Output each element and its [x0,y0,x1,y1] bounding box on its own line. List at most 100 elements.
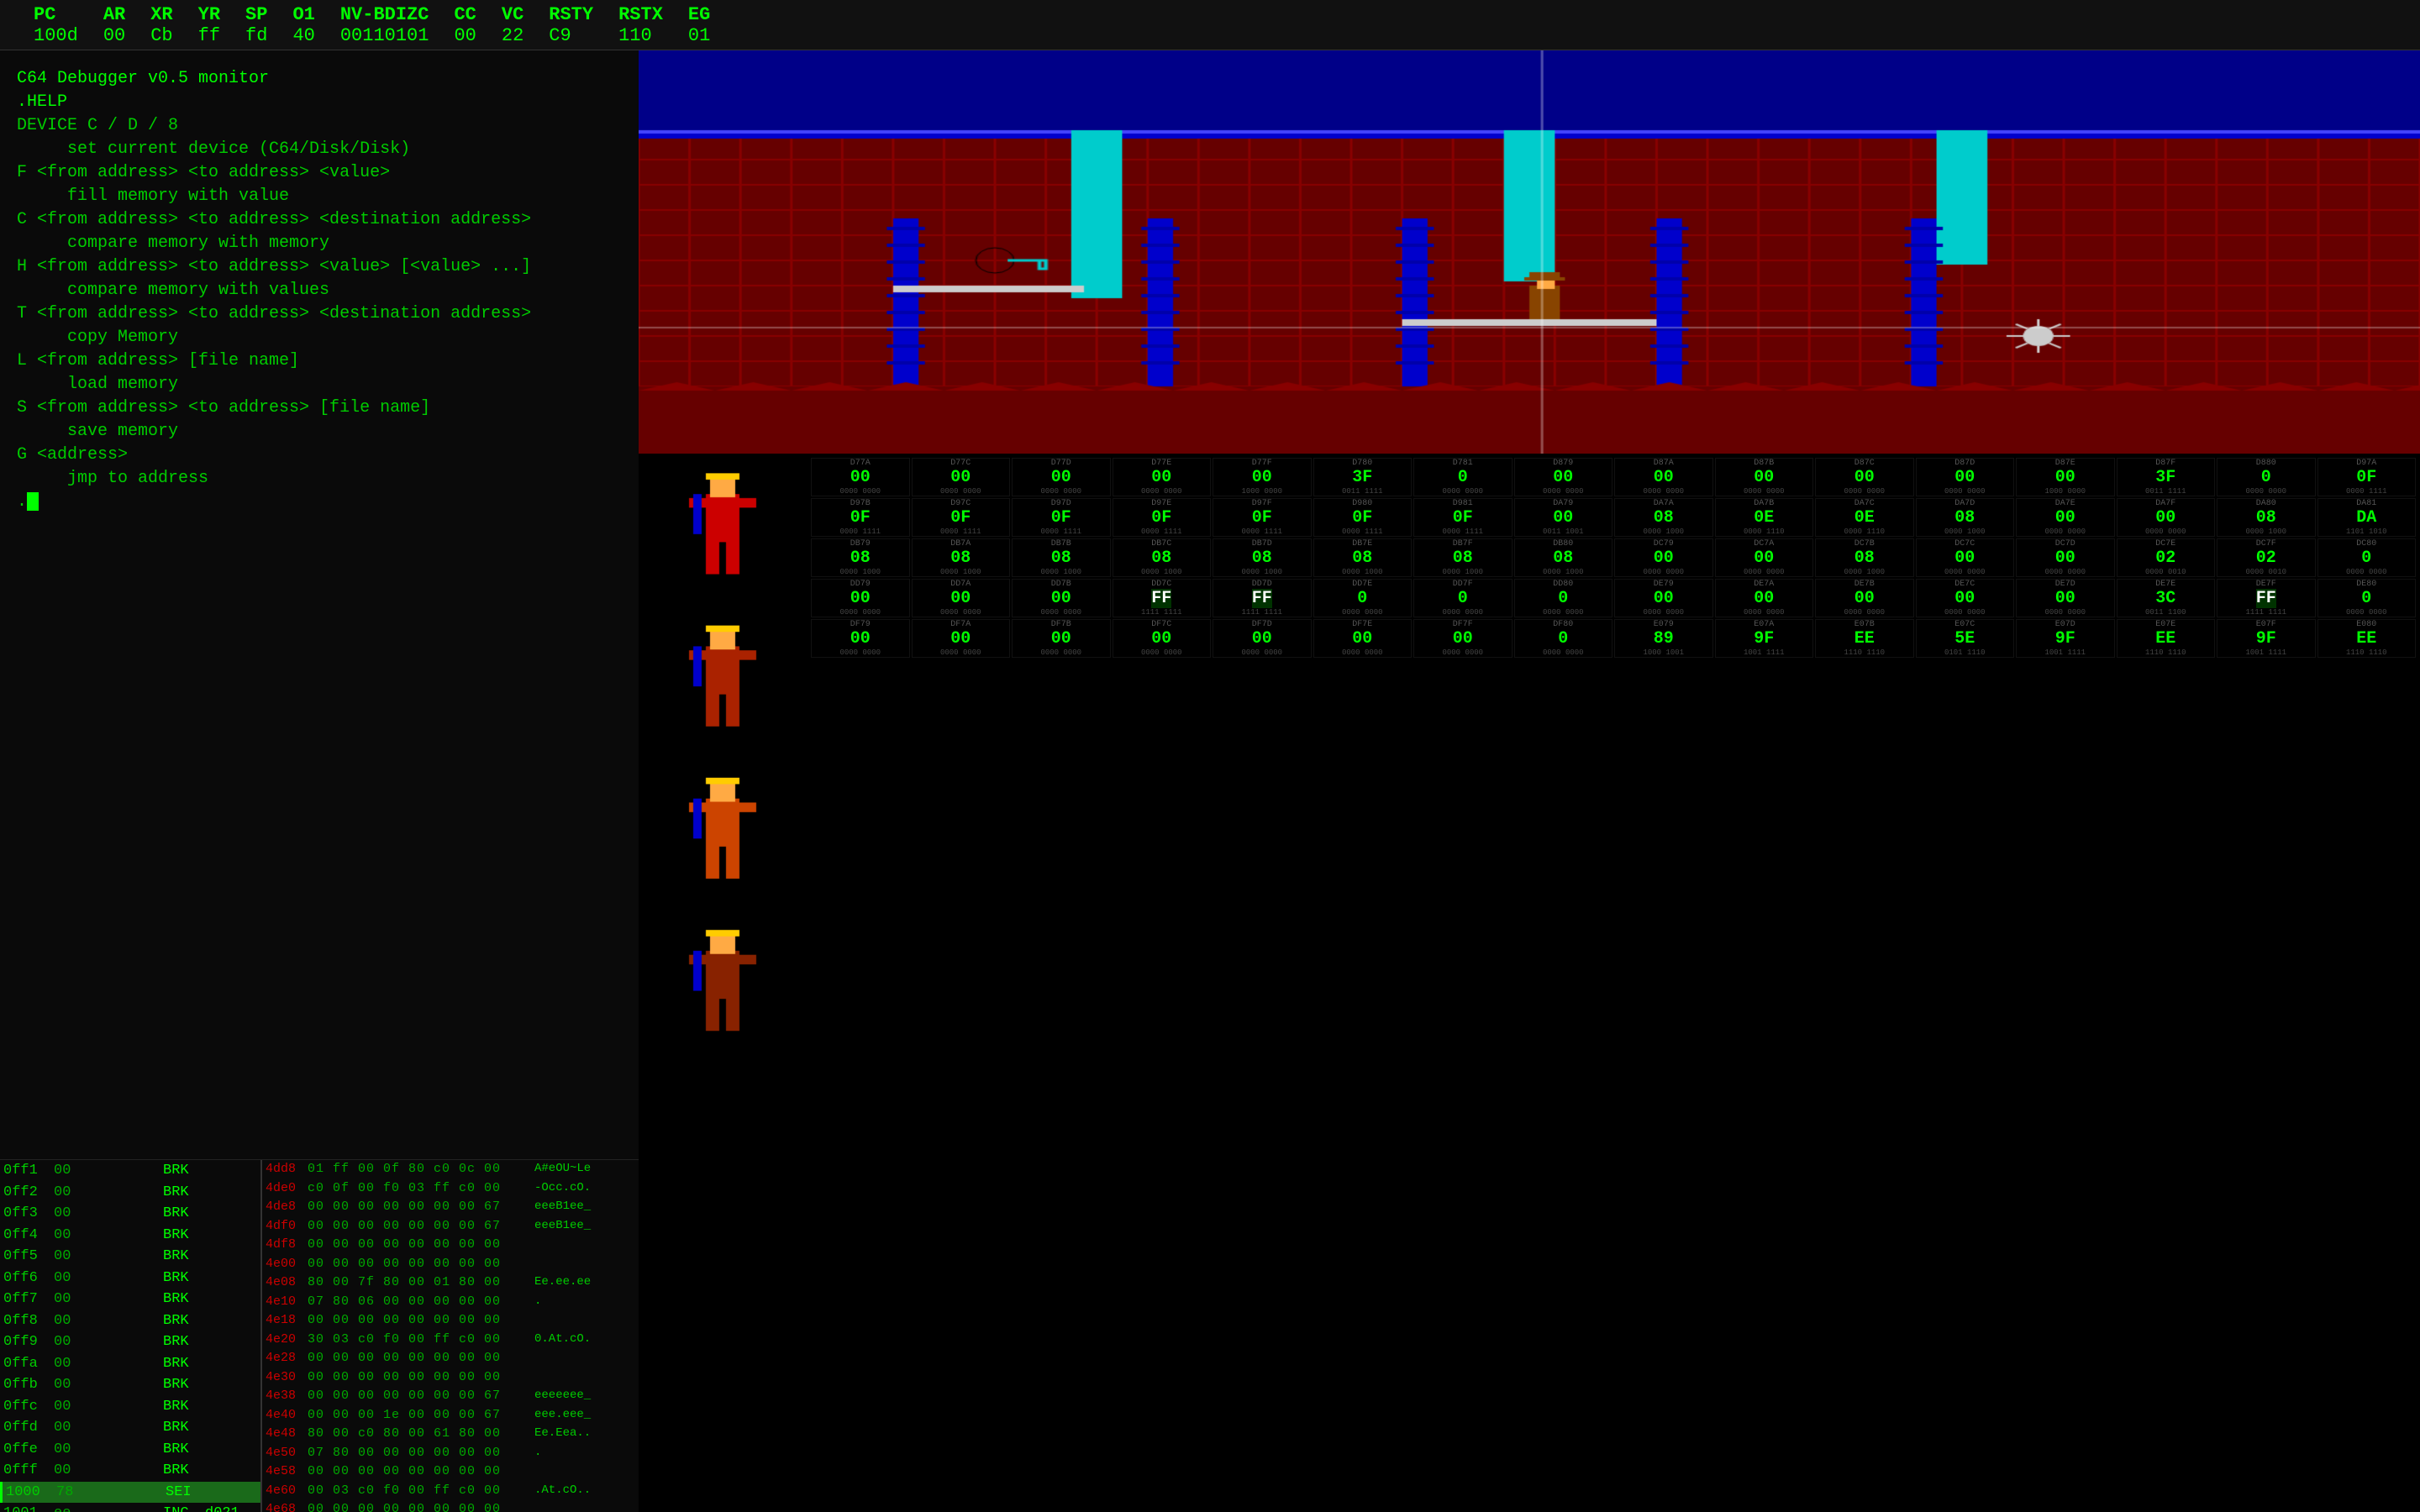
mem-viz-cell[interactable]: DE7FFF1111 1111 [2217,579,2316,617]
mem-viz-cell[interactable]: E07D9F1001 1111 [2016,619,2115,658]
mem-viz-cell[interactable]: D97C0F0000 1111 [912,498,1011,537]
mem-viz-cell[interactable]: DD7F00000 0000 [1413,579,1512,617]
mem-viz-cell[interactable]: DC7B080000 1000 [1815,538,1914,577]
disasm-row[interactable]: 100078SEI [0,1482,260,1504]
mem-viz-cell[interactable]: DC7E020000 0010 [2117,538,2216,577]
mem-viz-cell[interactable]: DE7E3C0011 1100 [2117,579,2216,617]
mem-viz-cell[interactable]: DA7B0E0000 1110 [1715,498,1814,537]
disasm-row[interactable]: 0ff900BRK [0,1331,260,1353]
mem-viz-cell[interactable]: D97F0F0000 1111 [1213,498,1312,537]
mem-hex-row[interactable]: 4e0000 00 00 00 00 00 00 00 [262,1255,639,1274]
mem-viz-cell[interactable]: D97E0F0000 1111 [1113,498,1212,537]
mem-viz-cell[interactable]: DD7A000000 0000 [912,579,1011,617]
mem-viz-cell[interactable]: DD7E00000 0000 [1313,579,1413,617]
mem-hex-row[interactable]: 4e4880 00 c0 80 00 61 80 00Ee.Eea.. [262,1425,639,1444]
mem-viz-cell[interactable]: E080EE1110 1110 [2317,619,2417,658]
mem-viz-cell[interactable]: D77F001000 0000 [1213,458,1312,496]
mem-viz-cell[interactable]: E079891000 1001 [1614,619,1713,658]
mem-viz-cell[interactable]: DD7CFF1111 1111 [1113,579,1212,617]
mem-viz-cell[interactable]: DD79000000 0000 [811,579,910,617]
mem-viz-cell[interactable]: DD8000000 0000 [1514,579,1613,617]
mem-viz-cell[interactable]: D97B0F0000 1111 [811,498,910,537]
mem-hex-row[interactable]: 4e0880 00 7f 80 00 01 80 00Ee.ee.ee [262,1273,639,1293]
disasm-row[interactable]: 1001eeINCd021 [0,1503,260,1512]
mem-viz-cell[interactable]: D87F3F0011 1111 [2117,458,2216,496]
mem-viz-cell[interactable]: DB80080000 1000 [1514,538,1613,577]
mem-hex-row[interactable]: 4df800 00 00 00 00 00 00 00 [262,1236,639,1255]
mem-viz-cell[interactable]: DE7C000000 0000 [1916,579,2015,617]
mem-viz-cell[interactable]: DA79000011 1001 [1514,498,1613,537]
disasm-row[interactable]: 0ff100BRK [0,1160,260,1182]
mem-viz-cell[interactable]: DB7F080000 1000 [1413,538,1512,577]
mem-hex-row[interactable]: 4e3800 00 00 00 00 00 00 67eeeeeee_ [262,1387,639,1406]
mem-viz-cell[interactable]: D77A000000 0000 [811,458,910,496]
mem-viz-cell[interactable]: E07F9F1001 1111 [2217,619,2316,658]
mem-hex-row[interactable]: 4e5007 80 00 00 00 00 00 00. [262,1444,639,1463]
mem-viz-cell[interactable]: D78100000 0000 [1413,458,1512,496]
mem-viz-cell[interactable]: DB7D080000 1000 [1213,538,1312,577]
mem-viz-cell[interactable]: D7803F0011 1111 [1313,458,1413,496]
mem-viz-cell[interactable]: D97A0F0000 1111 [2317,458,2417,496]
disasm-row[interactable]: 0ffd00BRK [0,1417,260,1439]
mem-viz-cell[interactable]: DF7F000000 0000 [1413,619,1512,658]
disasm-row[interactable]: 0ff500BRK [0,1246,260,1268]
disasm-row[interactable]: 0ffe00BRK [0,1439,260,1461]
mem-viz-cell[interactable]: DA7A080000 1000 [1614,498,1713,537]
mem-viz-cell[interactable]: DB7C080000 1000 [1113,538,1212,577]
mem-viz-cell[interactable]: DF8000000 0000 [1514,619,1613,658]
mem-hex-row[interactable]: 4e1007 80 06 00 00 00 00 00. [262,1293,639,1312]
mem-viz-cell[interactable]: D9810F0000 1111 [1413,498,1512,537]
mem-viz-cell[interactable]: E07C5E0101 1110 [1916,619,2015,658]
mem-hex-row[interactable]: 4e6800 00 00 00 00 00 00 00 [262,1500,639,1512]
mem-viz-cell[interactable]: E07A9F1001 1111 [1715,619,1814,658]
mem-viz-cell[interactable]: D88000000 0000 [2217,458,2316,496]
mem-viz-cell[interactable]: D87D000000 0000 [1916,458,2015,496]
mem-viz-cell[interactable]: DA7C0E0000 1110 [1815,498,1914,537]
mem-viz-cell[interactable]: DA7E000000 0000 [2016,498,2115,537]
mem-hex-row[interactable]: 4e2030 03 c0 f0 00 ff c0 000.At.cO. [262,1331,639,1350]
mem-viz-cell[interactable]: DC7A000000 0000 [1715,538,1814,577]
disasm-row[interactable]: 0ffb00BRK [0,1374,260,1396]
mem-hex-row[interactable]: 4de0c0 0f 00 f0 03 ff c0 00-Occ.cO. [262,1179,639,1199]
mem-viz-cell[interactable]: DA81DA1101 1010 [2317,498,2417,537]
mem-viz-cell[interactable]: D87B000000 0000 [1715,458,1814,496]
mem-viz-cell[interactable]: DE8000000 0000 [2317,579,2417,617]
mem-viz-cell[interactable]: DF79000000 0000 [811,619,910,658]
mem-hex-row[interactable]: 4e5800 00 00 00 00 00 00 00 [262,1462,639,1482]
disasm-row[interactable]: 0ffa00BRK [0,1353,260,1375]
mem-viz-cell[interactable]: DF7B000000 0000 [1012,619,1111,658]
mem-hex-row[interactable]: 4e3000 00 00 00 00 00 00 00 [262,1368,639,1388]
mem-hex-row[interactable]: 4e2800 00 00 00 00 00 00 00 [262,1349,639,1368]
mem-viz-cell[interactable]: DF7D000000 0000 [1213,619,1312,658]
disasm-row[interactable]: 0ffc00BRK [0,1396,260,1418]
mem-viz-cell[interactable]: D87E001000 0000 [2016,458,2115,496]
mem-viz-cell[interactable]: DC8000000 0000 [2317,538,2417,577]
mem-viz-cell[interactable]: E07BEE1110 1110 [1815,619,1914,658]
mem-viz-cell[interactable]: D9800F0000 1111 [1313,498,1413,537]
mem-viz-cell[interactable]: D87A000000 0000 [1614,458,1713,496]
disasm-row[interactable]: 0ff300BRK [0,1203,260,1225]
mem-viz-cell[interactable]: DC7D000000 0000 [2016,538,2115,577]
mem-viz-cell[interactable]: DC7C000000 0000 [1916,538,2015,577]
mem-viz-cell[interactable]: DE7D000000 0000 [2016,579,2115,617]
mem-viz-cell[interactable]: D97D0F0000 1111 [1012,498,1111,537]
mem-hex-row[interactable]: 4e1800 00 00 00 00 00 00 00 [262,1311,639,1331]
mem-viz-cell[interactable]: DF7A000000 0000 [912,619,1011,658]
mem-viz-cell[interactable]: E07EEE1110 1110 [2117,619,2216,658]
disasm-row[interactable]: 0ff600BRK [0,1268,260,1289]
disassembly-view[interactable]: 0ff100BRK0ff200BRK0ff300BRK0ff400BRK0ff5… [0,1160,260,1512]
mem-viz-cell[interactable]: DB79080000 1000 [811,538,910,577]
mem-viz-cell[interactable]: DE7A000000 0000 [1715,579,1814,617]
mem-hex-row[interactable]: 4df000 00 00 00 00 00 00 67eeeB1ee_ [262,1217,639,1236]
disasm-row[interactable]: 0ff400BRK [0,1225,260,1247]
mem-viz-cell[interactable]: D87C000000 0000 [1815,458,1914,496]
mem-viz-cell[interactable]: DE7B000000 0000 [1815,579,1914,617]
mem-viz-cell[interactable]: DB7E080000 1000 [1313,538,1413,577]
mem-viz-cell[interactable]: D879000000 0000 [1514,458,1613,496]
mem-viz-cell[interactable]: DD7B000000 0000 [1012,579,1111,617]
mem-viz-cell[interactable]: D77C000000 0000 [912,458,1011,496]
mem-viz-cell[interactable]: DB7A080000 1000 [912,538,1011,577]
disasm-row[interactable]: 0ff800BRK [0,1310,260,1332]
mem-viz-cell[interactable]: DF7C000000 0000 [1113,619,1212,658]
mem-hex-row[interactable]: 4dd801 ff 00 0f 80 c0 0c 00A#eOU~Le [262,1160,639,1179]
